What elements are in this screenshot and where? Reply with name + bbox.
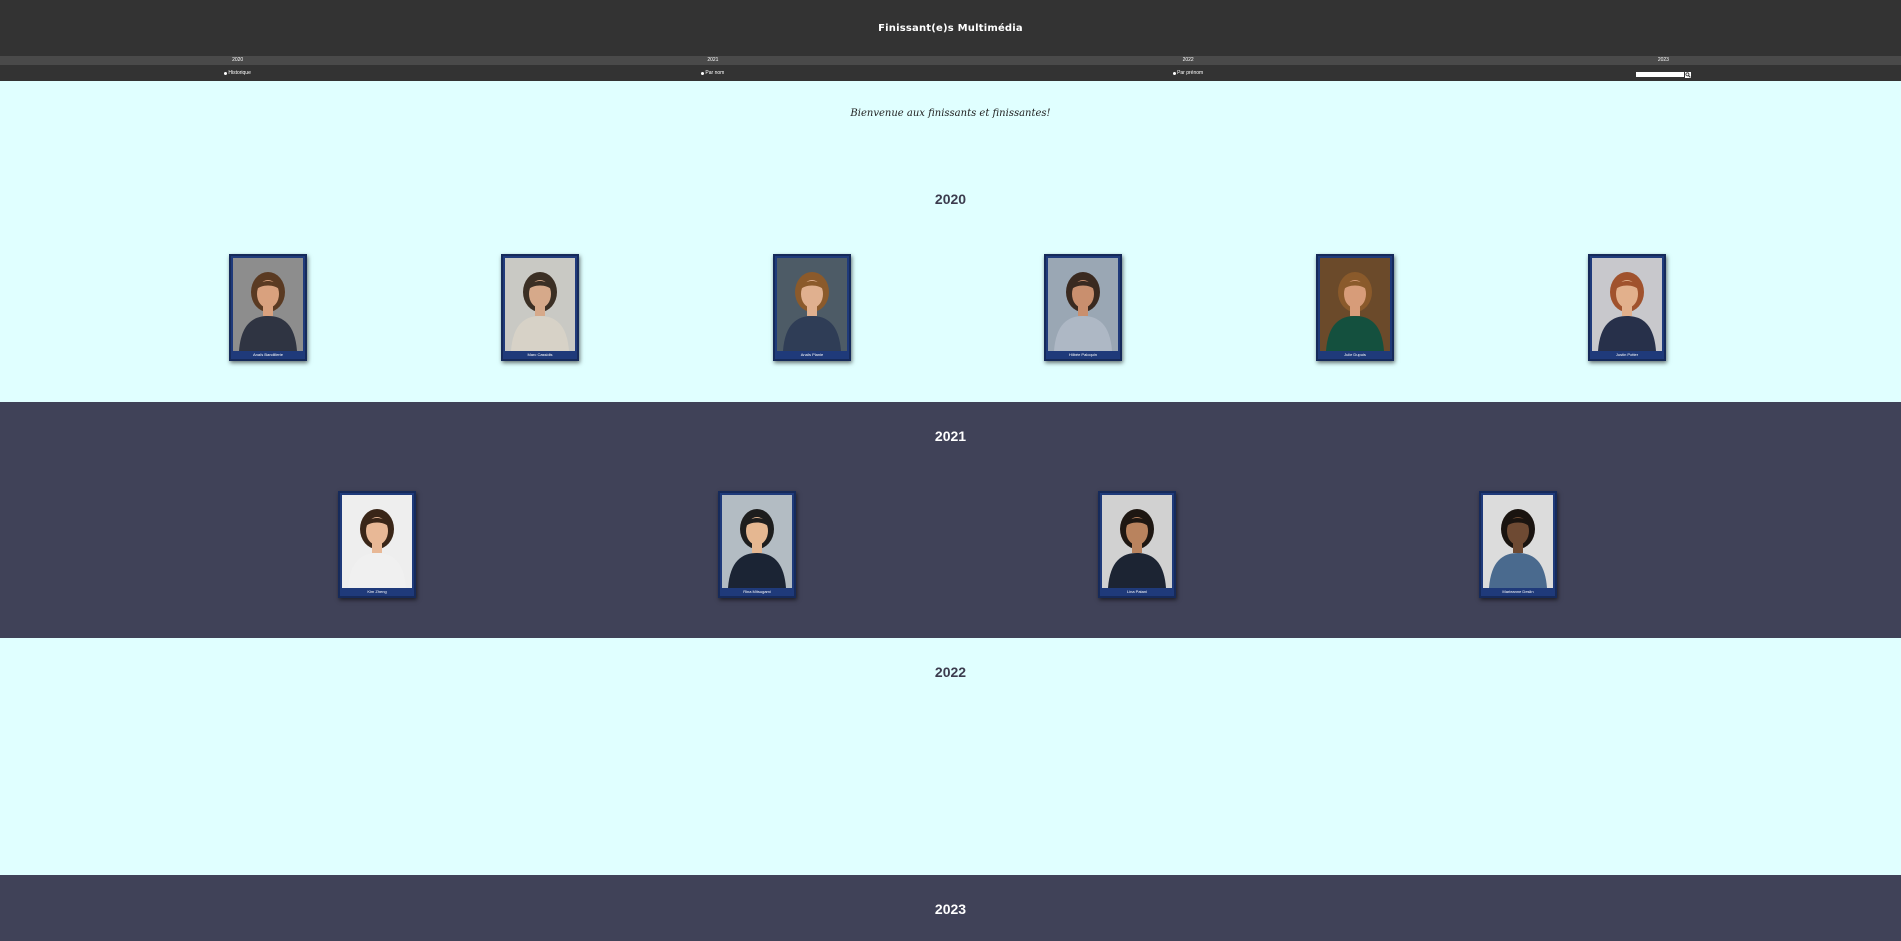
year-heading: 2022 [934,664,967,680]
portrait-image [342,495,412,588]
student-card[interactable]: Anaïs Planie [773,254,851,361]
portrait-image [1320,258,1390,351]
student-name: Hilbée Paloquin [1068,352,1098,357]
portrait-image [233,258,303,351]
year-nav-link-2023[interactable]: 2023 [1426,56,1901,65]
student-card[interactable]: Justin Potter [1588,254,1666,361]
year-nav-link-2022[interactable]: 2022 [951,56,1426,65]
student-name: Marieanne Deslin [1502,589,1534,594]
radio-dot-icon[interactable] [224,71,228,75]
student-photo[interactable] [777,258,847,351]
sort-option-par-prenom[interactable]: Par prénom [951,70,1426,76]
year-section-2022: 2022 [0,638,1901,875]
site-title: Finissant(e)s Multimédia [878,22,1023,34]
student-card[interactable]: Lina Patani [1098,491,1176,598]
portrait-image [722,495,792,588]
student-name: Anaïs Bandillerie [252,352,284,357]
site-header: Finissant(e)s Multimédia [0,0,1901,56]
student-photo[interactable] [1320,258,1390,351]
portrait-image [1592,258,1662,351]
sort-bar: Historique Par nom Par prénom [0,65,1901,81]
year-section-2023: 2023 [0,875,1901,941]
student-photo[interactable] [1102,495,1172,588]
year-heading: 2020 [934,191,967,207]
student-name: Kim Zheng [367,589,387,594]
student-card[interactable]: Marieanne Deslin [1479,491,1557,598]
student-card[interactable]: Kim Zheng [338,491,416,598]
student-card[interactable]: Anaïs Bandillerie [229,254,307,361]
year-nav-link-2021[interactable]: 2021 [475,56,950,65]
search-button[interactable] [1684,71,1691,78]
sort-option-label: Par prénom [1177,70,1204,76]
student-name: Rina Mitsugami [743,589,771,594]
search-input[interactable] [1635,72,1684,77]
student-photo[interactable] [722,495,792,588]
year-nav-link-2020[interactable]: 2020 [0,56,475,65]
student-photo[interactable] [233,258,303,351]
portrait-image [1102,495,1172,588]
student-card[interactable]: Julie Dupuis [1316,254,1394,361]
student-name: Anaïs Planie [800,352,824,357]
radio-dot-icon[interactable] [1173,71,1177,75]
portrait-image [1483,495,1553,588]
student-photo[interactable] [342,495,412,588]
sort-option-par-nom[interactable]: Par nom [475,70,950,76]
sort-option-label: Historique [228,70,251,76]
portrait-image [1048,258,1118,351]
student-card[interactable]: Hilbée Paloquin [1044,254,1122,361]
student-card[interactable]: Marc Cassidis [501,254,579,361]
year-heading: 2021 [934,428,967,444]
student-card[interactable]: Rina Mitsugami [718,491,796,598]
radio-dot-icon[interactable] [701,71,705,75]
magnifier-icon [1685,71,1691,78]
student-name: Lina Patani [1126,589,1147,594]
welcome-message: Bienvenue aux finissants et finissantes! [850,108,1051,119]
student-name: Justin Potter [1615,352,1639,357]
student-photo[interactable] [1592,258,1662,351]
year-heading: 2023 [934,901,967,917]
year-section-2021: 2021 Kim Zheng Rina Mitsugami Lina Patani M… [0,402,1901,638]
year-section-2020: 2020 Anaïs Bandillerie Marc Cassidis Anaïs… [0,181,1901,402]
student-photo[interactable] [505,258,575,351]
student-name: Marc Cassidis [527,352,553,357]
portrait-image [505,258,575,351]
student-name: Julie Dupuis [1344,352,1366,357]
student-photo[interactable] [1048,258,1118,351]
search-area [1426,69,1901,78]
year-nav: 2020 2021 2022 2023 [0,56,1901,65]
sort-option-label: Par nom [705,70,725,76]
sort-option-historique[interactable]: Historique [0,70,475,76]
portrait-image [777,258,847,351]
student-photo[interactable] [1483,495,1553,588]
